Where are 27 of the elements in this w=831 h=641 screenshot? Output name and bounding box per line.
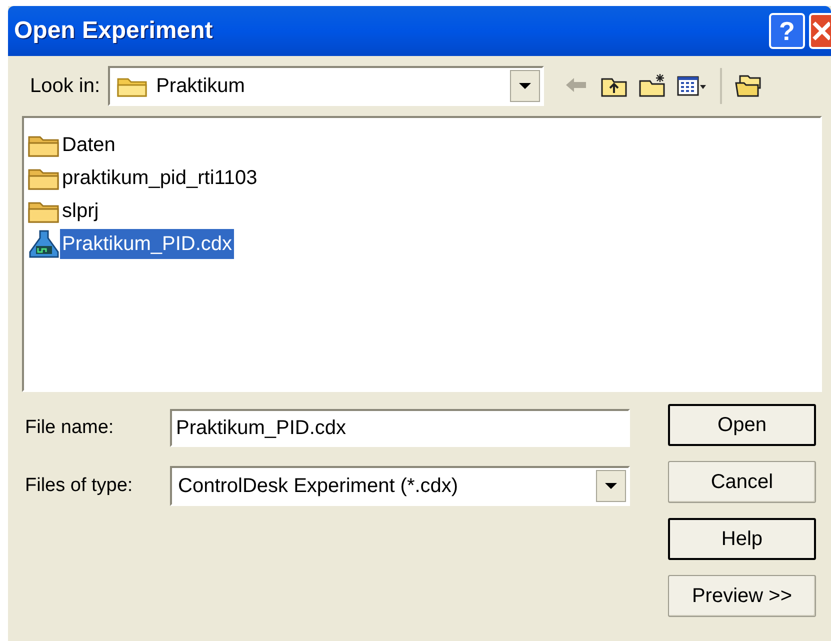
file-item[interactable]: Praktikum_PID.cdx [60,228,234,258]
look-in-dropdown[interactable]: Praktikum [108,66,544,106]
dialog-button[interactable]: Preview >> [668,575,816,617]
file-type-dropdown[interactable]: ControlDesk Experiment (*.cdx) [170,466,630,506]
dropdown-arrow-button[interactable] [596,470,626,502]
file-item[interactable]: Daten [60,130,118,160]
file-name-label: File name: [25,416,115,440]
file-type-label: Files of type: [25,474,134,498]
look-in-label: Look in: [30,74,100,99]
dialog-button[interactable]: Open [668,404,816,446]
dropdown-arrow-button[interactable] [510,70,540,102]
look-in-value: Praktikum [156,74,246,99]
dialog-button[interactable]: Help [668,518,816,560]
caret-icon [604,482,618,490]
file-type-value: ControlDesk Experiment (*.cdx) [178,474,460,499]
stacked-folders-icon[interactable] [734,73,762,99]
file-item[interactable]: slprj [60,196,101,226]
dialog-button[interactable]: Cancel [668,461,816,503]
caret-icon [518,82,532,90]
close-button[interactable] [809,13,831,49]
file-item[interactable]: praktikum_pid_rti1103 [60,162,260,192]
file-name-field[interactable]: Praktikum_PID.cdx [170,409,630,447]
help-button[interactable]: ? [769,13,805,49]
new-folder-icon[interactable] [638,73,666,99]
flask-icon [28,230,60,258]
window-title: Open Experiment [14,16,214,46]
close-icon [812,19,830,43]
